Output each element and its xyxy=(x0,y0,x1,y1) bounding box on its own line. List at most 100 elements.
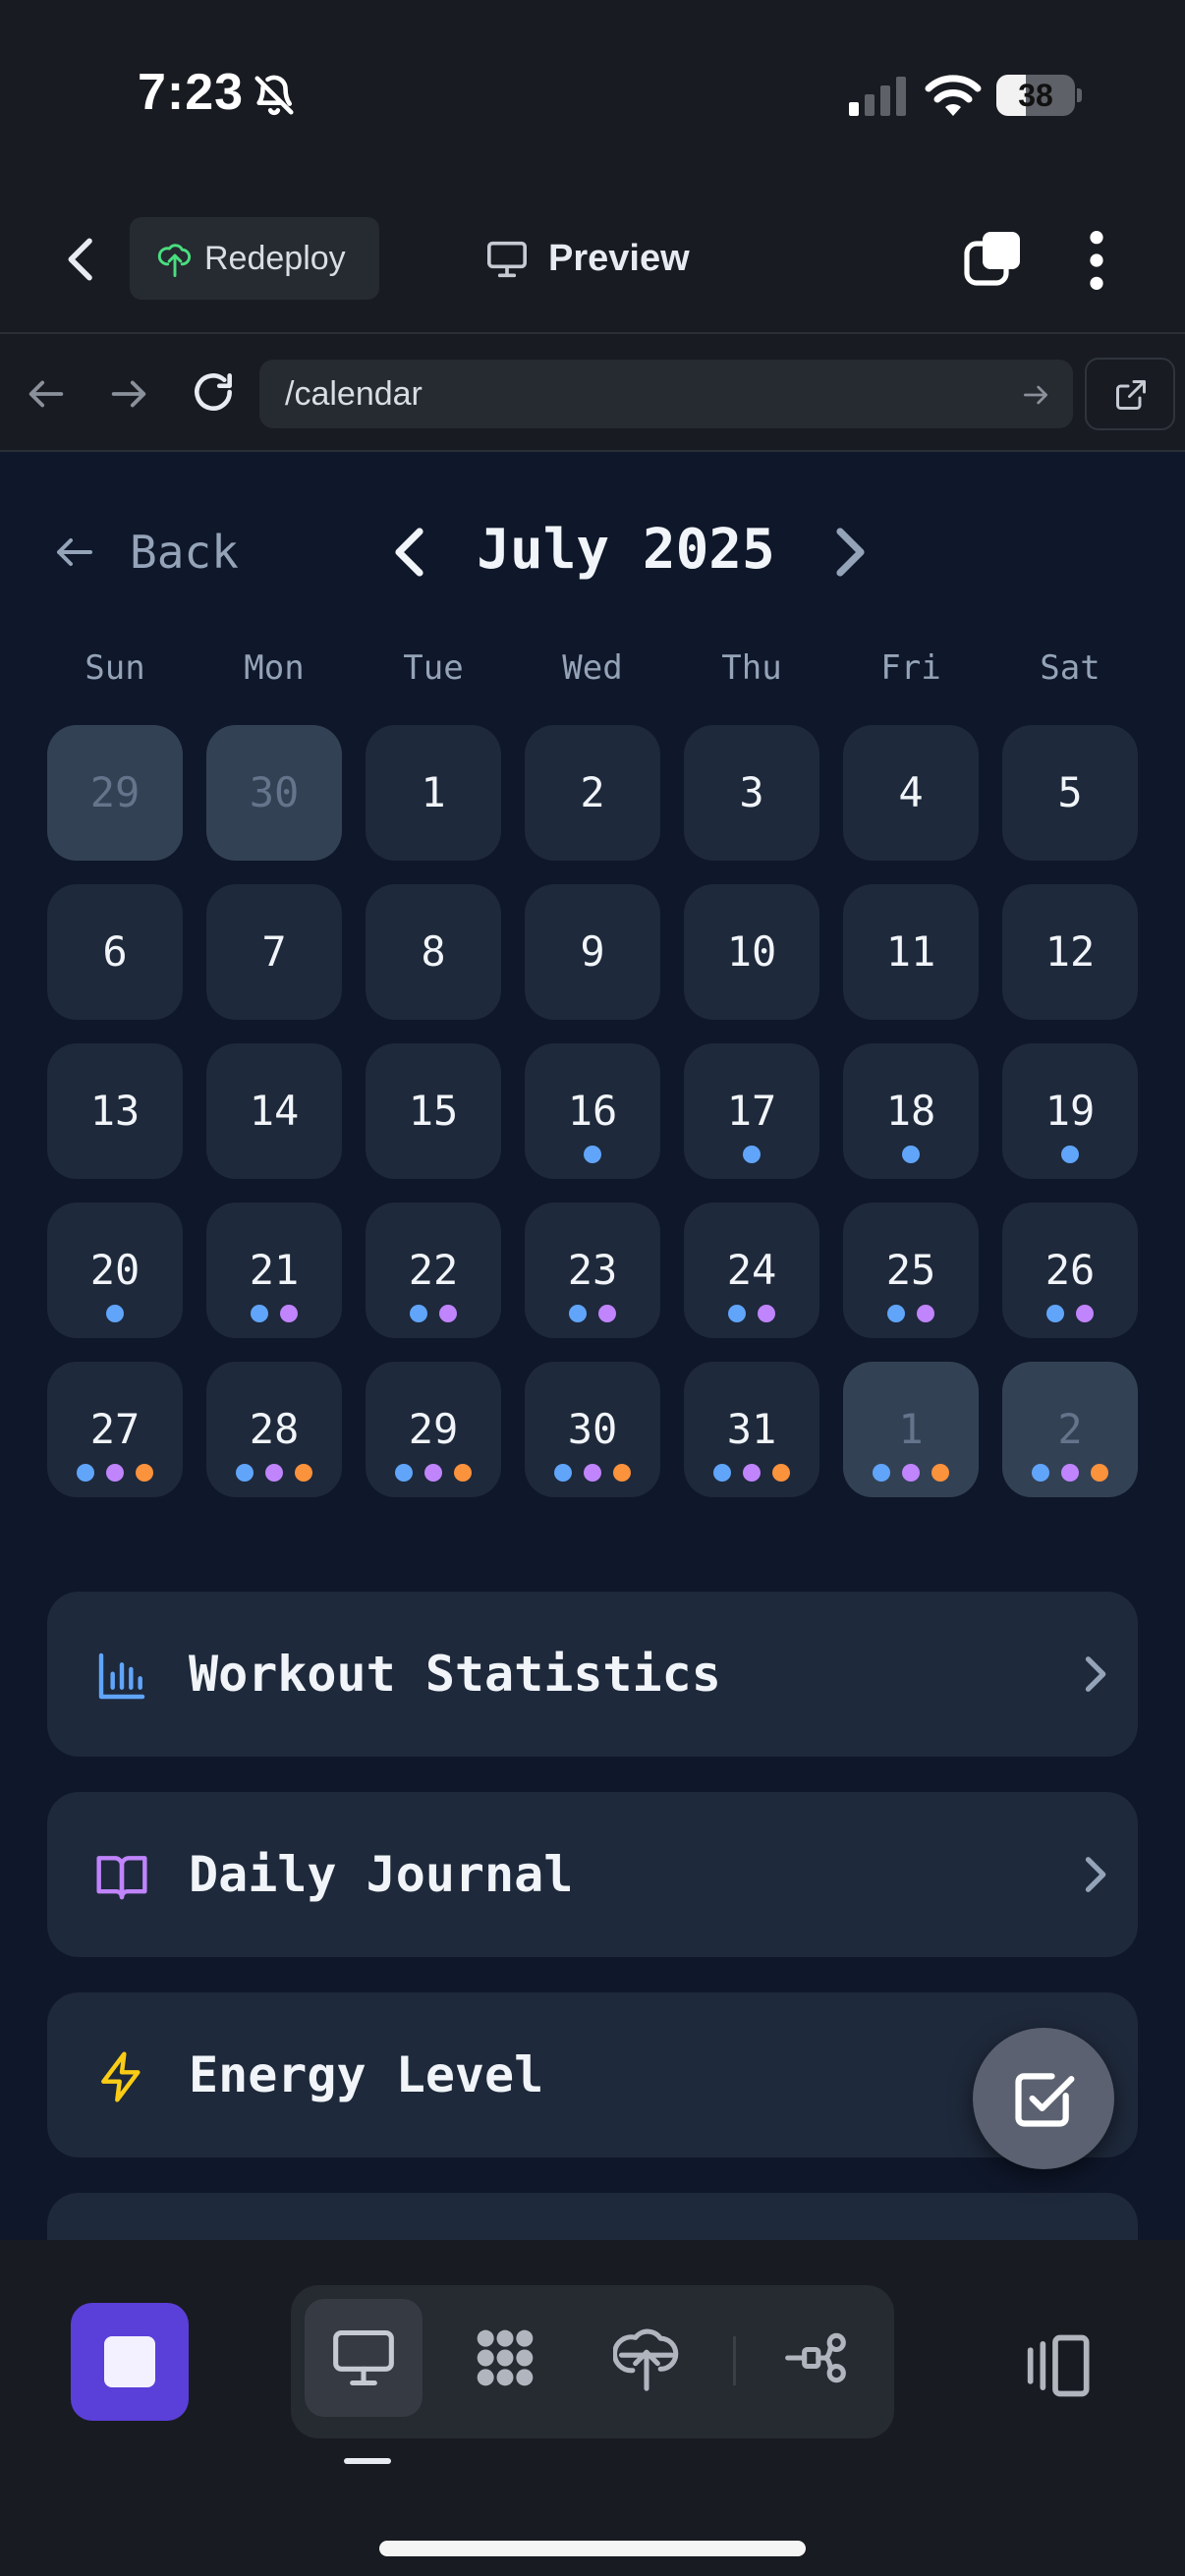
activity-dot-blue xyxy=(728,1305,746,1322)
tab-workflow[interactable] xyxy=(757,2299,875,2417)
calendar-day[interactable]: 28 xyxy=(206,1362,342,1497)
activity-dot-blue xyxy=(873,1464,890,1482)
calendar-day[interactable]: 19 xyxy=(1002,1043,1138,1179)
bell-muted-icon xyxy=(254,75,294,116)
activity-dot-purple xyxy=(1076,1305,1094,1322)
calendar-day[interactable]: 3 xyxy=(684,725,819,861)
card-energy-level[interactable]: Energy Level xyxy=(47,1992,1138,2157)
day-number: 5 xyxy=(1057,768,1083,816)
tab-deploy[interactable] xyxy=(588,2299,705,2417)
activity-dot-blue xyxy=(1061,1146,1079,1163)
card-daily-journal[interactable]: Daily Journal xyxy=(47,1792,1138,1957)
calendar-day[interactable]: 13 xyxy=(47,1043,183,1179)
day-number: 13 xyxy=(89,1087,141,1135)
chevron-right-icon xyxy=(1085,1656,1106,1692)
url-input[interactable]: /calendar xyxy=(259,360,1073,428)
card-label: Daily Journal xyxy=(189,1846,574,1903)
calendar-day[interactable]: 12 xyxy=(1002,884,1138,1020)
calendar-day[interactable]: 18 xyxy=(843,1043,979,1179)
activity-dot-blue xyxy=(395,1464,413,1482)
status-time: 7:23 xyxy=(138,64,245,121)
activity-dot-purple xyxy=(743,1464,761,1482)
activity-dots xyxy=(366,1305,501,1322)
calendar-day[interactable]: 24 xyxy=(684,1203,819,1338)
bar-chart-icon xyxy=(98,1652,145,1700)
side-panel-icon[interactable] xyxy=(1018,2328,1093,2403)
calendar-day[interactable]: 31 xyxy=(684,1362,819,1497)
calendar-day[interactable]: 2 xyxy=(525,725,660,861)
calendar-day[interactable]: 17 xyxy=(684,1043,819,1179)
activity-dot-blue xyxy=(569,1305,587,1322)
preview-tab[interactable]: Preview xyxy=(481,217,717,300)
status-bar: 7:23 38 xyxy=(0,0,1185,196)
day-number: 2 xyxy=(580,768,605,816)
back-chevron-icon[interactable] xyxy=(55,232,110,287)
calendar-day[interactable]: 14 xyxy=(206,1043,342,1179)
tab-preview[interactable] xyxy=(305,2299,423,2417)
more-vertical-icon[interactable] xyxy=(1075,226,1118,295)
activity-dot-purple xyxy=(424,1464,442,1482)
weekday-label: Fri xyxy=(880,648,941,688)
activity-dot-blue xyxy=(106,1305,124,1322)
checklist-fab-button[interactable] xyxy=(973,2028,1114,2169)
calendar-day[interactable]: 10 xyxy=(684,884,819,1020)
activity-dots xyxy=(843,1305,979,1322)
calendar-day[interactable]: 5 xyxy=(1002,725,1138,861)
activity-dot-blue xyxy=(554,1464,572,1482)
calendar-day[interactable]: 25 xyxy=(843,1203,979,1338)
calendar-day[interactable]: 20 xyxy=(47,1203,183,1338)
day-number: 7 xyxy=(261,927,287,976)
open-external-button[interactable] xyxy=(1085,358,1175,430)
book-open-icon xyxy=(96,1856,147,1900)
day-number: 1 xyxy=(421,768,446,816)
calendar-day[interactable]: 4 xyxy=(843,725,979,861)
calendar-day[interactable]: 9 xyxy=(525,884,660,1020)
calendar-day[interactable]: 29 xyxy=(366,1362,501,1497)
calendar-day[interactable]: 23 xyxy=(525,1203,660,1338)
calendar-day[interactable]: 11 xyxy=(843,884,979,1020)
calendar-day[interactable]: 29 xyxy=(47,725,183,861)
calendar-day[interactable]: 6 xyxy=(47,884,183,1020)
activity-dot-orange xyxy=(454,1464,472,1482)
go-arrow-icon[interactable] xyxy=(1020,379,1051,411)
activity-dot-blue xyxy=(584,1146,601,1163)
branch-nodes-icon xyxy=(785,2332,846,2383)
activity-dot-blue xyxy=(902,1146,920,1163)
home-indicator xyxy=(379,2541,806,2556)
calendar-day[interactable]: 8 xyxy=(366,884,501,1020)
card-workout-statistics[interactable]: Workout Statistics xyxy=(47,1592,1138,1757)
calendar-day[interactable]: 1 xyxy=(843,1362,979,1497)
weekday-label: Sat xyxy=(1040,648,1100,688)
bottom-toolbar xyxy=(0,2240,1185,2576)
previous-month-icon[interactable] xyxy=(387,523,434,582)
calendar-day[interactable]: 15 xyxy=(366,1043,501,1179)
tabs-switcher-icon[interactable] xyxy=(961,228,1024,291)
card-partial[interactable] xyxy=(47,2193,1138,2240)
calendar-day[interactable]: 21 xyxy=(206,1203,342,1338)
day-number: 15 xyxy=(408,1087,459,1135)
arrow-left-icon[interactable] xyxy=(24,371,69,417)
activity-dot-orange xyxy=(136,1464,153,1482)
month-title: July 2025 xyxy=(477,518,775,582)
activity-dot-purple xyxy=(280,1305,298,1322)
day-number: 8 xyxy=(421,927,446,976)
stop-button[interactable] xyxy=(71,2303,189,2421)
calendar-day[interactable]: 22 xyxy=(366,1203,501,1338)
next-month-icon[interactable] xyxy=(825,523,873,582)
stop-icon xyxy=(104,2336,155,2387)
calendar-day[interactable]: 1 xyxy=(366,725,501,861)
day-number: 29 xyxy=(89,768,141,816)
calendar-day[interactable]: 16 xyxy=(525,1043,660,1179)
calendar-day[interactable]: 26 xyxy=(1002,1203,1138,1338)
calendar-day[interactable]: 27 xyxy=(47,1362,183,1497)
redeploy-button[interactable]: Redeploy xyxy=(130,217,379,300)
activity-dots xyxy=(1002,1305,1138,1322)
tab-integrations[interactable] xyxy=(446,2299,564,2417)
calendar-day[interactable]: 30 xyxy=(206,725,342,861)
calendar-day[interactable]: 30 xyxy=(525,1362,660,1497)
calendar-day[interactable]: 2 xyxy=(1002,1362,1138,1497)
day-number: 14 xyxy=(249,1087,300,1135)
calendar-day[interactable]: 7 xyxy=(206,884,342,1020)
reload-icon[interactable] xyxy=(189,367,238,417)
arrow-right-icon[interactable] xyxy=(106,371,151,417)
